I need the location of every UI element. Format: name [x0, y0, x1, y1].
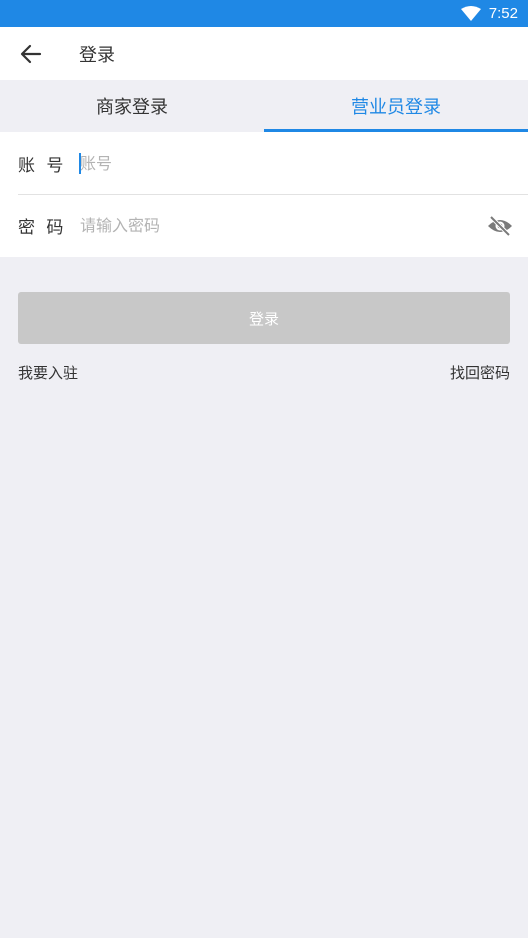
- footer-links: 我要入驻 找回密码: [18, 361, 510, 383]
- arrow-left-icon: [20, 44, 42, 63]
- tab-clerk-login[interactable]: 营业员登录: [264, 80, 528, 132]
- password-label: 密 码: [18, 218, 67, 238]
- password-row: 密 码: [18, 194, 528, 256]
- login-tabs: 商家登录 营业员登录: [0, 80, 528, 132]
- toggle-password-visibility-button[interactable]: [480, 206, 520, 246]
- account-row: 账 号: [0, 132, 528, 194]
- password-input[interactable]: [80, 205, 480, 246]
- tab-merchant-login[interactable]: 商家登录: [0, 80, 264, 132]
- app-bar: 登录: [0, 27, 528, 80]
- login-form: 账 号 密 码: [0, 132, 528, 257]
- status-time: 7:52: [488, 5, 518, 22]
- text-cursor: [79, 153, 81, 174]
- account-input[interactable]: [80, 143, 528, 183]
- account-label: 账 号: [18, 155, 67, 176]
- eye-off-icon: [488, 215, 512, 236]
- back-button[interactable]: [0, 27, 64, 80]
- wifi-icon: [460, 5, 481, 21]
- register-link[interactable]: 我要入驻: [18, 362, 78, 383]
- login-button[interactable]: 登录: [18, 292, 510, 344]
- page-title: 登录: [79, 44, 115, 66]
- forgot-password-link[interactable]: 找回密码: [450, 362, 510, 383]
- status-bar: 7:52: [0, 0, 528, 27]
